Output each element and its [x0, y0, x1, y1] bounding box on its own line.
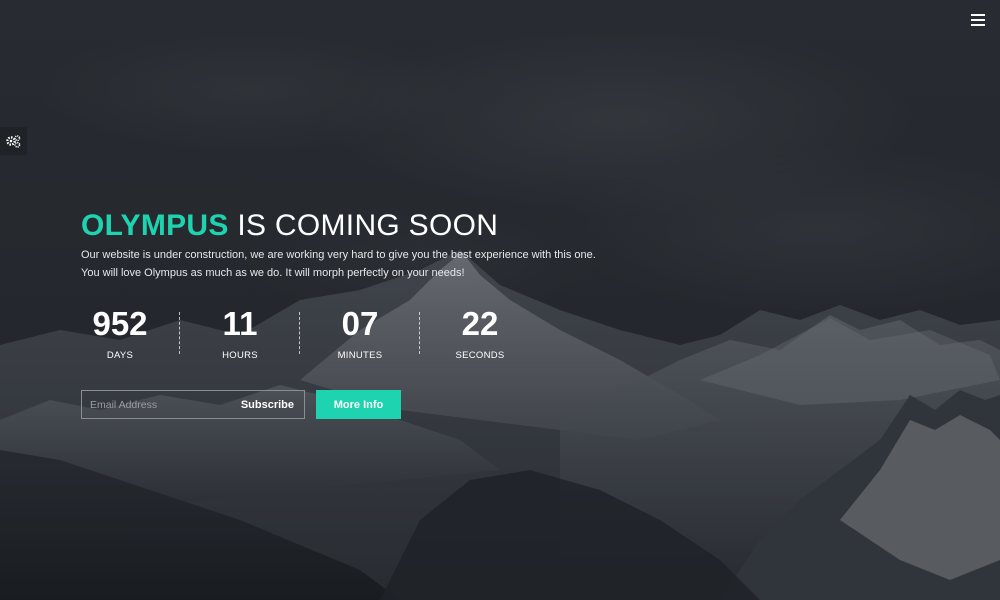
countdown-value: 07: [341, 305, 379, 342]
dark-overlay: [0, 0, 1000, 600]
description: Our website is under construction, we ar…: [81, 246, 681, 282]
countdown-label: SECONDS: [455, 350, 505, 361]
hero-content: OLYMPUS IS COMING SOON Our website is un…: [81, 208, 681, 419]
countdown-minutes: 07 MINUTES: [300, 306, 420, 361]
page-title: OLYMPUS IS COMING SOON: [81, 208, 681, 244]
countdown-value: 11: [222, 305, 258, 342]
countdown-label: HOURS: [222, 350, 258, 361]
subscribe-form: Subscribe More Info: [81, 390, 401, 419]
menu-line: [971, 14, 985, 16]
countdown-hours: 11 HOURS: [180, 306, 300, 361]
menu-line: [971, 19, 985, 21]
email-field-wrapper: Subscribe: [81, 390, 305, 419]
countdown-value: 22: [461, 305, 499, 342]
countdown-label: MINUTES: [337, 350, 383, 361]
brand-name: OLYMPUS: [81, 209, 229, 242]
more-info-button[interactable]: More Info: [316, 390, 401, 419]
description-line-1: Our website is under construction, we ar…: [81, 249, 596, 261]
subscribe-button[interactable]: Subscribe: [235, 399, 304, 411]
settings-tab[interactable]: [0, 127, 27, 155]
countdown-label: DAYS: [106, 350, 134, 361]
menu-line: [971, 24, 985, 26]
countdown-timer: 952 DAYS 11 HOURS 07 MINUTES 22 SECONDS: [60, 305, 540, 362]
email-input[interactable]: [82, 391, 235, 418]
hamburger-menu-icon[interactable]: [971, 14, 985, 26]
countdown-seconds: 22 SECONDS: [420, 305, 540, 362]
title-suffix: IS COMING SOON: [228, 209, 499, 242]
coming-soon-page: OLYMPUS IS COMING SOON Our website is un…: [0, 0, 1000, 600]
description-line-2: You will love Olympus as much as we do. …: [81, 267, 465, 279]
countdown-days: 952 DAYS: [60, 306, 180, 361]
countdown-value: 952: [92, 305, 148, 342]
gears-icon: [6, 134, 21, 148]
